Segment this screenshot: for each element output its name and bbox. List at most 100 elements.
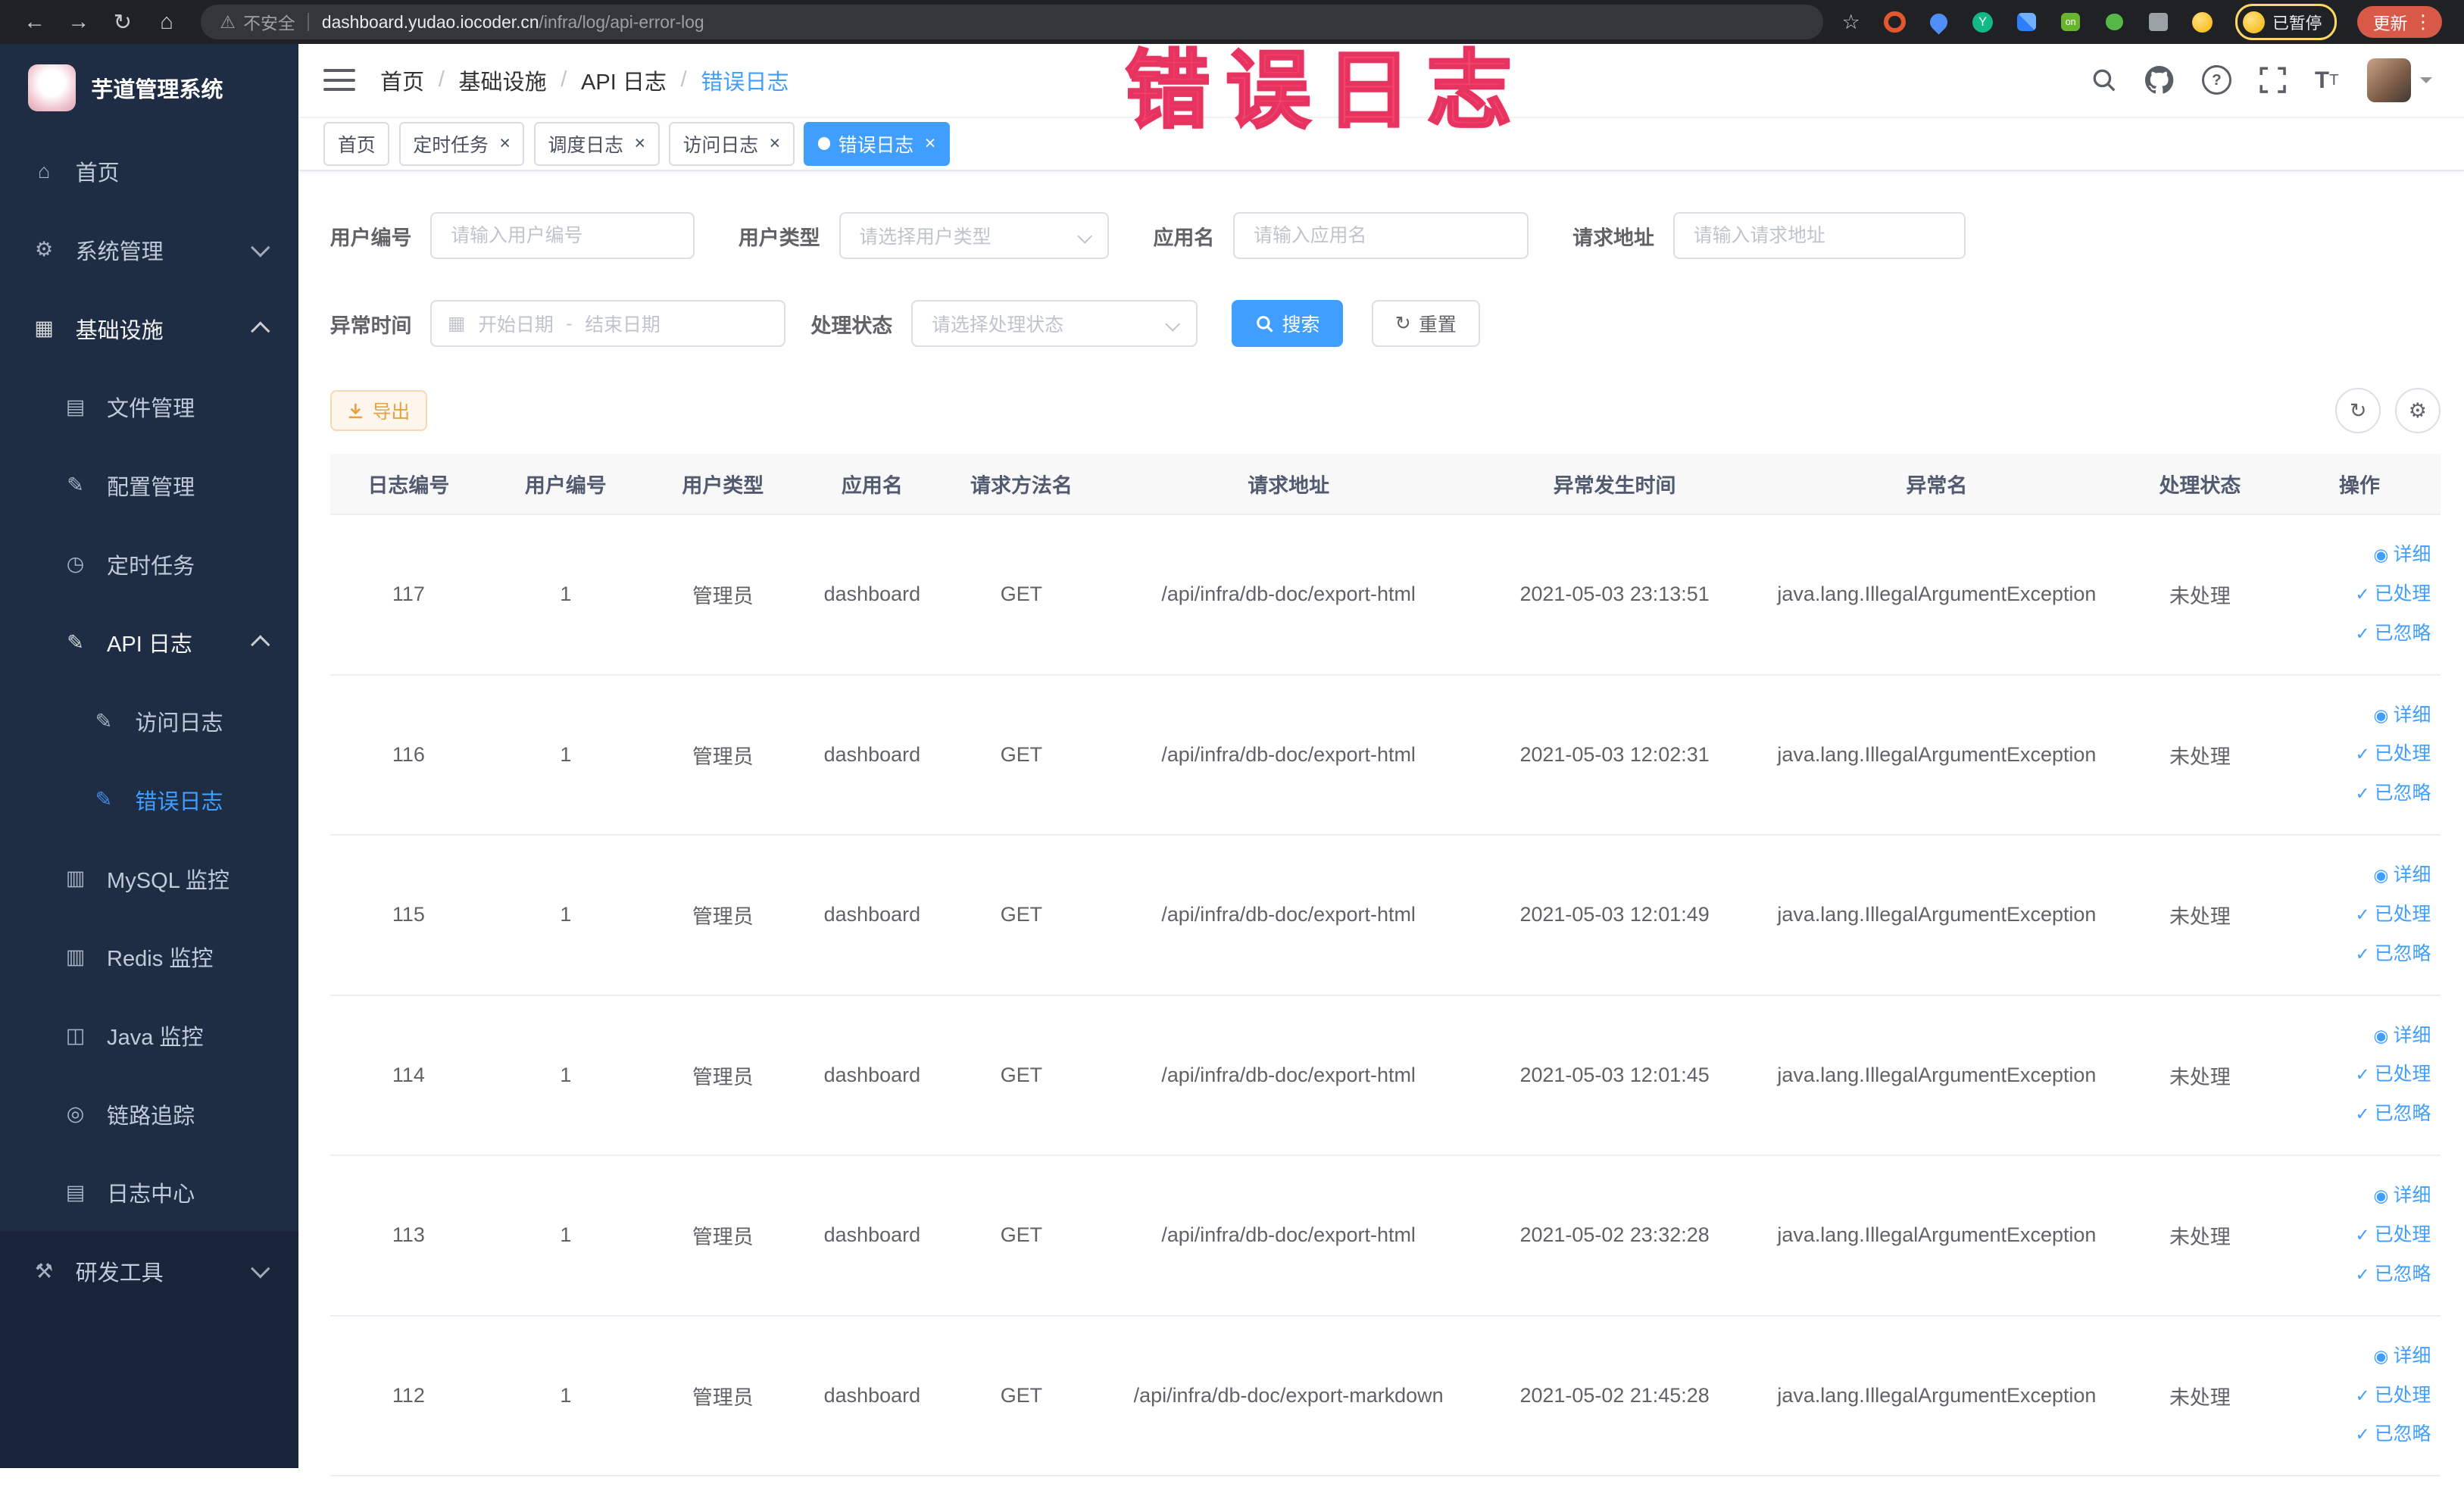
hamburger-icon[interactable] [323,69,355,92]
sidebar-item-2[interactable]: ▦ 基础设施 [0,289,298,368]
ignored-link[interactable]: ✓ 已忽略 [2288,1415,2431,1454]
detail-link[interactable]: ◉ 详细 [2288,1176,2431,1216]
search-icon[interactable] [2091,67,2117,93]
sidebar-item-13[interactable]: ▤ 日志中心 [0,1154,298,1232]
tab-3[interactable]: 访问日志 × [669,121,795,166]
exception-time-range-picker[interactable]: ▦ 开始日期 - 结束日期 [430,300,786,348]
processed-link[interactable]: ✓ 已处理 [2288,575,2431,614]
calendar-icon: ▦ [448,313,466,335]
ignored-link[interactable]: ✓ 已忽略 [2288,1095,2431,1134]
breadcrumb-item[interactable]: 错误日志 [701,64,789,96]
eye-icon: ◉ [2373,1025,2389,1045]
close-icon[interactable]: × [770,134,781,153]
tab-4[interactable]: 错误日志 × [804,121,950,166]
sidebar-item-3[interactable]: ▤ 文件管理 [0,367,298,446]
sidebar-item-label: 错误日志 [135,789,223,814]
refresh-table-button[interactable]: ↻ [2335,388,2381,434]
cell-status: 未处理 [2121,514,2279,676]
processed-link[interactable]: ✓ 已处理 [2288,895,2431,935]
reset-button[interactable]: ↻ 重置 [1371,300,1480,348]
extension-icon-5[interactable]: on [2058,9,2083,34]
tab-2[interactable]: 调度日志 × [533,121,660,166]
security-label[interactable]: 不安全 [243,10,295,35]
update-button[interactable]: 更新 ⋮ [2356,6,2442,38]
sidebar-item-10[interactable]: ▥ Redis 监控 [0,917,298,996]
extensions-puzzle-icon[interactable] [2146,9,2171,34]
action-label: 已忽略 [2374,783,2431,804]
ignored-link[interactable]: ✓ 已忽略 [2288,614,2431,654]
sidebar-item-1[interactable]: ⚙ 系统管理 [0,211,298,289]
column-settings-button[interactable]: ⚙ [2394,388,2441,434]
breadcrumb-item[interactable]: 首页 [380,64,424,96]
processed-link[interactable]: ✓ 已处理 [2288,1055,2431,1095]
browser-profile-avatar[interactable] [2190,9,2215,34]
extension-icon-1[interactable] [1882,9,1907,34]
paused-badge[interactable]: 已暂停 [2235,4,2337,40]
sidebar-item-8[interactable]: ✎ 错误日志 [0,761,298,839]
ignored-link[interactable]: ✓ 已忽略 [2288,1255,2431,1295]
column-header: 用户编号 [487,454,645,516]
tab-label: 调度日志 [548,134,623,156]
cell-user_type: 管理员 [644,514,802,676]
home-button[interactable]: ⌂ [148,3,186,41]
sidebar-item-4[interactable]: ✎ 配置管理 [0,446,298,525]
user-type-placeholder: 请选择用户类型 [859,226,992,248]
cell-status: 未处理 [2121,674,2279,836]
detail-link[interactable]: ◉ 详细 [2288,1337,2431,1376]
sidebar-item-12[interactable]: ◎ 链路追踪 [0,1075,298,1154]
browser-menu-dots-icon[interactable]: ⋮ [2414,11,2433,33]
sidebar-item-9[interactable]: ▥ MySQL 监控 [0,839,298,918]
search-button[interactable]: 搜索 [1232,300,1344,348]
processed-link[interactable]: ✓ 已处理 [2288,735,2431,774]
close-icon[interactable]: × [499,134,511,153]
request-url-input[interactable] [1672,211,1966,260]
breadcrumb-item[interactable]: 基础设施 [459,64,547,96]
forward-button[interactable]: → [60,3,98,41]
main-panel: 首页 / 基础设施 / API 日志 / 错误日志 ? TT 首页 定时任务 ×… [298,44,2464,1487]
user-type-label: 用户类型 [738,226,820,249]
user-type-select[interactable]: 请选择用户类型 [839,211,1110,260]
reload-button[interactable]: ↻ [104,3,142,41]
extension-icon-4[interactable] [2014,9,2039,34]
back-button[interactable]: ← [16,3,54,41]
bookmark-star-icon[interactable]: ☆ [1842,11,1860,34]
sidebar-item-11[interactable]: ◫ Java 监控 [0,996,298,1075]
sidebar-logo[interactable]: 芋道管理系统 [0,44,298,132]
cell-status: 未处理 [2121,1155,2279,1317]
help-icon[interactable]: ? [2201,65,2232,95]
sidebar-item-0[interactable]: ⌂ 首页 [0,132,298,211]
close-icon[interactable]: × [634,134,645,153]
sidebar-item-7[interactable]: ✎ 访问日志 [0,682,298,761]
sidebar-item-14[interactable]: ⚒ 研发工具 [0,1232,299,1311]
font-size-icon[interactable]: TT [2315,67,2339,94]
ignored-link[interactable]: ✓ 已忽略 [2288,935,2431,974]
detail-link[interactable]: ◉ 详细 [2288,536,2431,575]
extension-icon-6[interactable] [2102,9,2127,34]
sidebar-item-6[interactable]: ✎ API 日志 [0,604,298,683]
logo-title: 芋道管理系统 [91,78,223,103]
extension-icon-2[interactable] [1926,9,1951,35]
user-id-input[interactable] [430,211,695,260]
close-icon[interactable]: × [925,134,936,153]
processed-link[interactable]: ✓ 已处理 [2288,1216,2431,1255]
breadcrumb-item[interactable]: API 日志 [581,64,667,96]
tab-0[interactable]: 首页 [323,121,390,166]
github-icon[interactable] [2145,66,2174,94]
app-name-input[interactable] [1233,211,1529,260]
tab-1[interactable]: 定时任务 × [398,121,525,166]
address-bar[interactable]: ⚠ 不安全 dashboard.yudao.iocoder.cn /infra/… [201,5,1823,39]
fullscreen-icon[interactable] [2259,67,2287,93]
action-label: 已处理 [2374,903,2431,925]
extension-icon-3[interactable]: Y [1970,9,1995,34]
sidebar-item-5[interactable]: ◷ 定时任务 [0,525,298,604]
detail-link[interactable]: ◉ 详细 [2288,696,2431,736]
process-status-select[interactable]: 请选择处理状态 [911,300,1198,348]
detail-link[interactable]: ◉ 详细 [2288,856,2431,895]
detail-link[interactable]: ◉ 详细 [2288,1017,2431,1056]
cell-exception: java.lang.IllegalArgumentException [1752,1155,2122,1317]
refresh-icon: ↻ [1394,313,1411,335]
user-avatar[interactable] [2366,58,2433,102]
export-button[interactable]: 导出 [329,390,428,432]
ignored-link[interactable]: ✓ 已忽略 [2288,774,2431,814]
processed-link[interactable]: ✓ 已处理 [2288,1376,2431,1416]
